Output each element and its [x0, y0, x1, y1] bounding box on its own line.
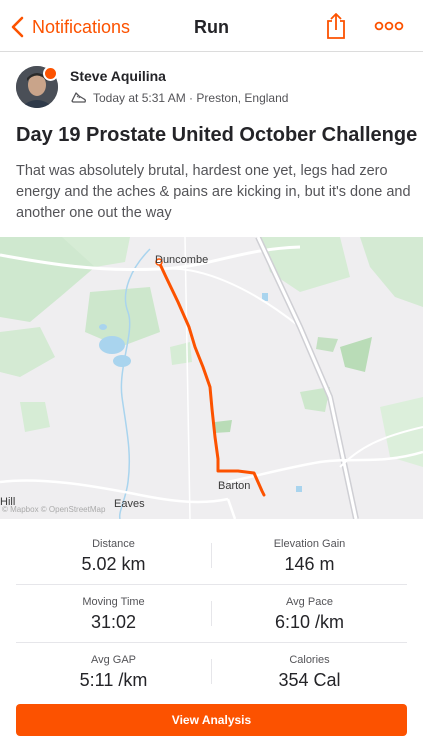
stat-row: Moving Time 31:02 Avg Pace 6:10 /km: [16, 585, 407, 643]
stat-label: Moving Time: [82, 596, 145, 608]
stat-label: Avg Pace: [286, 596, 333, 608]
back-button[interactable]: Notifications: [10, 14, 130, 40]
route-map[interactable]: Duncombe Barton Eaves Hill © Mapbox © Op…: [0, 237, 423, 519]
stat-label: Distance: [92, 538, 135, 550]
stat-value: 354 Cal: [278, 670, 341, 690]
stat-calories: Calories 354 Cal: [212, 643, 407, 701]
map-label-duncombe: Duncombe: [155, 254, 209, 266]
map-attribution: © Mapbox © OpenStreetMap: [2, 505, 106, 514]
stat-value: 146 m: [284, 554, 335, 574]
activity-meta: Today at 5:31 AM · Preston, England: [70, 89, 288, 106]
map-label-eaves: Eaves: [114, 498, 145, 510]
view-analysis-button[interactable]: View Analysis: [16, 704, 407, 736]
stat-label: Calories: [289, 654, 330, 666]
stat-distance: Distance 5.02 km: [16, 527, 211, 585]
map-canvas: [0, 237, 423, 519]
chevron-left-icon: [11, 16, 24, 38]
activity-meta-text: Today at 5:31 AM · Preston, England: [93, 90, 289, 105]
stat-value: 5.02 km: [81, 554, 146, 574]
stat-avg-pace: Avg Pace 6:10 /km: [212, 585, 407, 643]
stat-moving-time: Moving Time 31:02: [16, 585, 211, 643]
athlete-header: Steve Aquilina Today at 5:31 AM · Presto…: [16, 66, 406, 110]
stat-value: 5:11 /km: [79, 670, 148, 690]
more-icon[interactable]: [374, 18, 404, 34]
share-icon[interactable]: [324, 12, 348, 40]
run-shoe-icon: [71, 92, 86, 103]
stat-elevation-gain: Elevation Gain 146 m: [212, 527, 407, 585]
premium-badge-icon: [43, 66, 58, 81]
stat-row: Distance 5.02 km Elevation Gain 146 m: [16, 527, 407, 585]
nav-bar: Notifications Run: [0, 0, 423, 52]
activity-title: Day 19 Prostate United October Challenge: [16, 124, 418, 146]
stat-row: Avg GAP 5:11 /km Calories 354 Cal: [16, 643, 407, 701]
activity-description: That was absolutely brutal, hardest one …: [16, 163, 411, 221]
map-label-barton: Barton: [218, 480, 251, 492]
stat-avg-gap: Avg GAP 5:11 /km: [16, 643, 211, 701]
back-button-label: Notifications: [32, 16, 131, 37]
stat-value: 31:02: [90, 612, 137, 632]
athlete-name[interactable]: Steve Aquilina: [70, 68, 166, 84]
stat-label: Avg GAP: [90, 654, 137, 666]
stats-grid: Distance 5.02 km Elevation Gain 146 m Mo…: [16, 527, 407, 701]
stat-label: Elevation Gain: [273, 538, 346, 550]
stat-value: 6:10 /km: [274, 612, 345, 632]
